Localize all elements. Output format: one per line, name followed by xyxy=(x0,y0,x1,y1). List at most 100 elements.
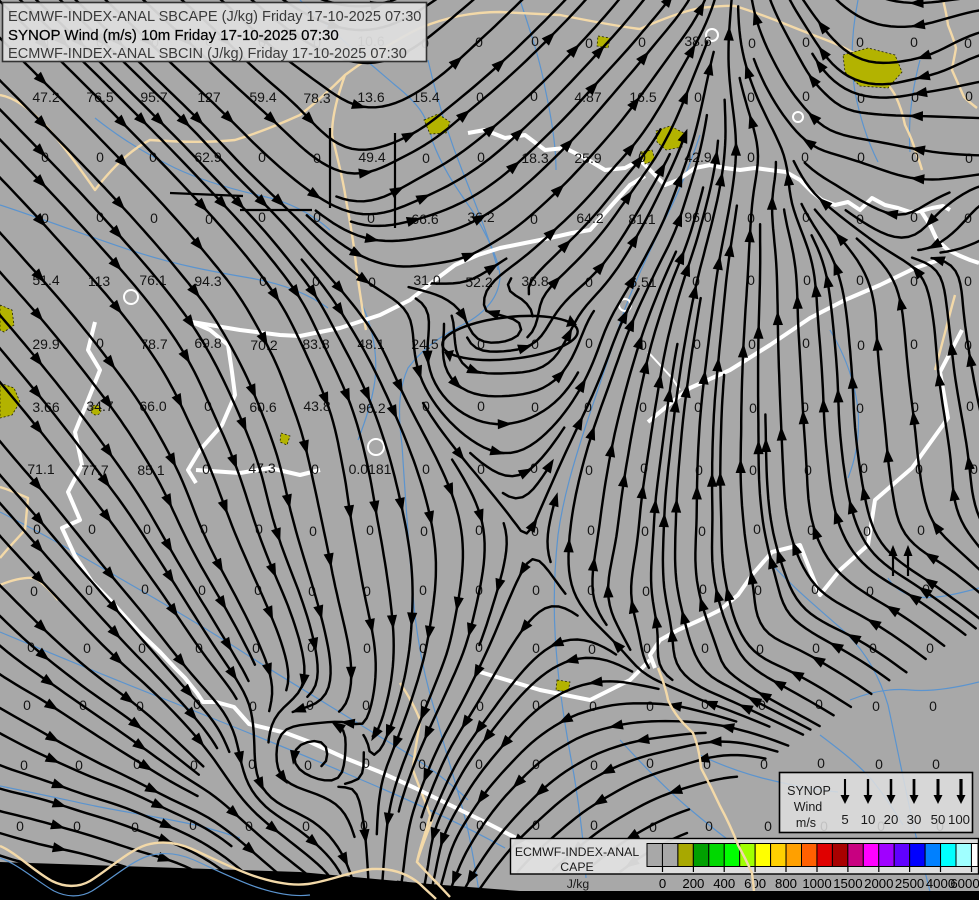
svg-text:0: 0 xyxy=(910,336,918,352)
svg-text:78.3: 78.3 xyxy=(303,90,330,106)
svg-text:400: 400 xyxy=(713,876,735,891)
svg-text:0: 0 xyxy=(642,583,650,599)
svg-text:20: 20 xyxy=(884,812,899,827)
svg-text:ECMWF-INDEX-ANAL SBCIN (J/kg): ECMWF-INDEX-ANAL SBCIN (J/kg) Friday 17-… xyxy=(8,46,407,62)
svg-text:0: 0 xyxy=(802,335,810,351)
svg-text:0: 0 xyxy=(872,698,880,714)
svg-text:0: 0 xyxy=(764,818,772,834)
svg-text:0: 0 xyxy=(929,698,937,714)
svg-text:0: 0 xyxy=(639,399,647,415)
svg-text:0: 0 xyxy=(258,209,266,225)
svg-text:2500: 2500 xyxy=(895,876,924,891)
svg-text:5: 5 xyxy=(841,812,848,827)
svg-text:0: 0 xyxy=(20,757,28,773)
svg-text:0: 0 xyxy=(802,88,810,104)
svg-text:0: 0 xyxy=(932,756,940,772)
svg-text:800: 800 xyxy=(775,876,797,891)
svg-text:0: 0 xyxy=(367,210,375,226)
svg-text:600: 600 xyxy=(744,876,766,891)
svg-text:0: 0 xyxy=(659,876,666,891)
svg-text:6000: 6000 xyxy=(950,876,979,891)
svg-text:0: 0 xyxy=(30,583,38,599)
svg-text:0: 0 xyxy=(85,582,93,598)
svg-text:18.3: 18.3 xyxy=(521,150,548,166)
svg-text:0: 0 xyxy=(590,757,598,773)
svg-text:Wind: Wind xyxy=(794,800,823,814)
svg-text:CAPE: CAPE xyxy=(560,860,594,874)
svg-text:0: 0 xyxy=(363,640,371,656)
svg-text:0: 0 xyxy=(812,640,820,656)
svg-text:0: 0 xyxy=(420,523,428,539)
svg-text:J/kg: J/kg xyxy=(567,877,590,891)
svg-text:0: 0 xyxy=(856,272,864,288)
svg-text:0: 0 xyxy=(585,335,593,351)
svg-text:0: 0 xyxy=(856,400,864,416)
svg-text:m/s: m/s xyxy=(796,816,816,830)
svg-text:0: 0 xyxy=(926,640,934,656)
svg-text:0: 0 xyxy=(23,697,31,713)
svg-text:3.66: 3.66 xyxy=(32,399,59,415)
svg-text:64.2: 64.2 xyxy=(576,210,603,226)
svg-text:94.3: 94.3 xyxy=(194,273,221,289)
svg-text:0: 0 xyxy=(698,523,706,539)
svg-text:0: 0 xyxy=(748,35,756,51)
svg-text:13.6: 13.6 xyxy=(357,89,384,105)
svg-text:0: 0 xyxy=(803,272,811,288)
svg-text:0: 0 xyxy=(747,149,755,165)
svg-text:50: 50 xyxy=(931,812,946,827)
svg-text:0: 0 xyxy=(16,818,24,834)
svg-text:0: 0 xyxy=(366,522,374,538)
svg-text:ECMWF-INDEX-ANAL SBCAPE (J/kg): ECMWF-INDEX-ANAL SBCAPE (J/kg) Friday 17… xyxy=(8,9,421,25)
svg-text:200: 200 xyxy=(682,876,704,891)
svg-text:0: 0 xyxy=(646,698,654,714)
svg-text:60.6: 60.6 xyxy=(249,399,276,415)
svg-text:0: 0 xyxy=(964,273,972,289)
svg-text:0: 0 xyxy=(701,640,709,656)
svg-text:0: 0 xyxy=(705,818,713,834)
svg-text:1500: 1500 xyxy=(833,876,862,891)
svg-text:10: 10 xyxy=(861,812,876,827)
svg-text:0: 0 xyxy=(83,640,91,656)
svg-text:0: 0 xyxy=(911,89,919,105)
svg-text:47.2: 47.2 xyxy=(32,89,59,105)
svg-text:31.0: 31.0 xyxy=(413,272,440,288)
svg-text:0: 0 xyxy=(910,34,918,50)
svg-text:30: 30 xyxy=(907,812,922,827)
svg-text:0: 0 xyxy=(857,337,865,353)
svg-text:0: 0 xyxy=(817,755,825,771)
svg-text:0: 0 xyxy=(646,755,654,771)
svg-text:0: 0 xyxy=(856,34,864,50)
svg-text:0: 0 xyxy=(150,210,158,226)
svg-text:0: 0 xyxy=(88,521,96,537)
svg-text:0: 0 xyxy=(965,150,973,166)
svg-text:SYNOP: SYNOP xyxy=(787,784,831,798)
svg-text:0: 0 xyxy=(141,581,149,597)
svg-text:0: 0 xyxy=(96,149,104,165)
svg-text:0: 0 xyxy=(477,398,485,414)
svg-text:0: 0 xyxy=(749,400,757,416)
svg-text:49.4: 49.4 xyxy=(358,149,385,165)
svg-text:100: 100 xyxy=(948,812,970,827)
svg-text:0: 0 xyxy=(587,522,595,538)
svg-text:2000: 2000 xyxy=(864,876,893,891)
svg-text:ECMWF-INDEX-ANAL: ECMWF-INDEX-ANAL xyxy=(515,845,639,859)
svg-text:0: 0 xyxy=(419,582,427,598)
svg-text:0: 0 xyxy=(531,399,539,415)
svg-text:0: 0 xyxy=(531,33,539,49)
svg-text:0: 0 xyxy=(589,698,597,714)
svg-text:0: 0 xyxy=(309,523,317,539)
svg-text:0: 0 xyxy=(532,582,540,598)
svg-text:0: 0 xyxy=(585,462,593,478)
svg-text:0: 0 xyxy=(590,817,598,833)
svg-text:0: 0 xyxy=(422,150,430,166)
svg-text:0: 0 xyxy=(641,523,649,539)
svg-text:0: 0 xyxy=(966,398,974,414)
svg-text:0: 0 xyxy=(857,90,865,106)
svg-text:0: 0 xyxy=(753,521,761,537)
svg-text:0: 0 xyxy=(917,522,925,538)
svg-text:1000: 1000 xyxy=(802,876,831,891)
svg-text:71.1: 71.1 xyxy=(27,461,54,477)
svg-text:0: 0 xyxy=(694,89,702,105)
svg-text:29.9: 29.9 xyxy=(32,336,59,352)
svg-text:0: 0 xyxy=(802,34,810,50)
